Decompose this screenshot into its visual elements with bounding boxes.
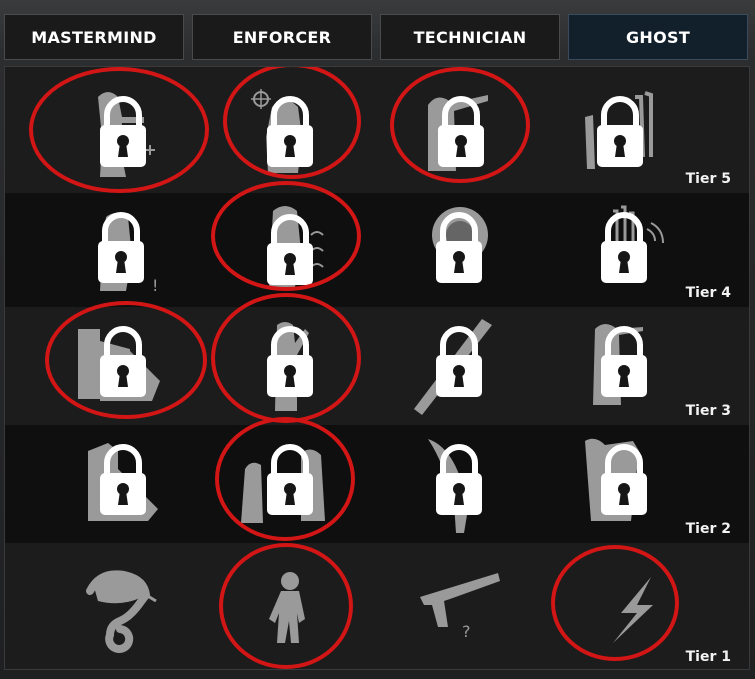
enforcer-tier4-skill-icon	[267, 206, 324, 287]
skill-slot-ghost-t1[interactable]	[565, 551, 715, 661]
skill-tree-panel: Tier 5 ! Tier 4 Tier 3 Tier 2 ? Tier 1	[4, 66, 750, 670]
mastermind-tier5-skill-icon	[98, 92, 155, 177]
tab-mastermind[interactable]: MASTERMIND	[4, 14, 184, 60]
skill-slot-mastermind-t4[interactable]: !	[50, 195, 200, 305]
skill-slot-technician-t4[interactable]	[388, 195, 538, 305]
tier-row-4: ! Tier 4	[5, 181, 749, 307]
skill-slot-technician-t5[interactable]	[388, 77, 538, 187]
skill-slot-enforcer-t5[interactable]	[217, 77, 367, 187]
mastermind-tier2-skill-icon	[88, 443, 158, 521]
tier-label: Tier 3	[685, 403, 731, 419]
skill-slot-technician-t1[interactable]: ?	[388, 551, 538, 661]
mastermind-tier3-skill-icon	[78, 326, 160, 401]
tier-row-1: ? Tier 1	[5, 543, 749, 669]
tier-label: Tier 1	[685, 649, 731, 665]
skill-slot-technician-t3[interactable]	[388, 311, 538, 421]
tier-label: Tier 2	[685, 521, 731, 537]
skill-slot-mastermind-t2[interactable]	[50, 429, 200, 539]
svg-text:!: !	[152, 276, 158, 295]
technician-tier3-skill-icon	[414, 319, 492, 415]
chameleon-icon	[86, 570, 157, 653]
skill-slot-enforcer-t4[interactable]	[217, 195, 367, 305]
skill-slot-enforcer-t1[interactable]	[217, 551, 367, 661]
enforcer-tier3-skill-icon	[267, 322, 313, 411]
tier-label: Tier 5	[685, 171, 731, 187]
tab-ghost[interactable]: GHOST	[568, 14, 748, 60]
technician-tier4-skill-icon	[432, 207, 488, 283]
tier-row-2: Tier 2	[5, 417, 749, 543]
skill-slot-enforcer-t2[interactable]	[217, 429, 367, 539]
silenced-pistol-icon: ?	[420, 573, 500, 641]
svg-text:?: ?	[462, 622, 471, 641]
tier-row-5: Tier 5	[5, 67, 749, 193]
tier-row-3: Tier 3	[5, 293, 749, 425]
enforcer-tier5-skill-icon	[251, 89, 313, 173]
mastermind-tier4-skill-icon: !	[98, 212, 158, 295]
skill-slot-enforcer-t3[interactable]	[217, 311, 367, 421]
skill-slot-mastermind-t1[interactable]	[50, 551, 200, 661]
tab-enforcer[interactable]: ENFORCER	[192, 14, 372, 60]
enforcer-tier2-skill-icon	[241, 444, 325, 523]
technician-tier2-skill-icon	[428, 439, 482, 533]
lightning-bolt-icon	[613, 577, 653, 643]
tier-label: Tier 4	[685, 285, 731, 301]
technician-tier5-skill-icon	[428, 95, 488, 171]
skill-slot-technician-t2[interactable]	[388, 429, 538, 539]
skill-slot-mastermind-t3[interactable]	[50, 311, 200, 421]
tab-technician[interactable]: TECHNICIAN	[380, 14, 560, 60]
skill-slot-mastermind-t5[interactable]	[50, 77, 200, 187]
tree-tabs: MASTERMIND ENFORCER TECHNICIAN GHOST	[0, 0, 755, 66]
running-figure-icon	[269, 572, 305, 643]
